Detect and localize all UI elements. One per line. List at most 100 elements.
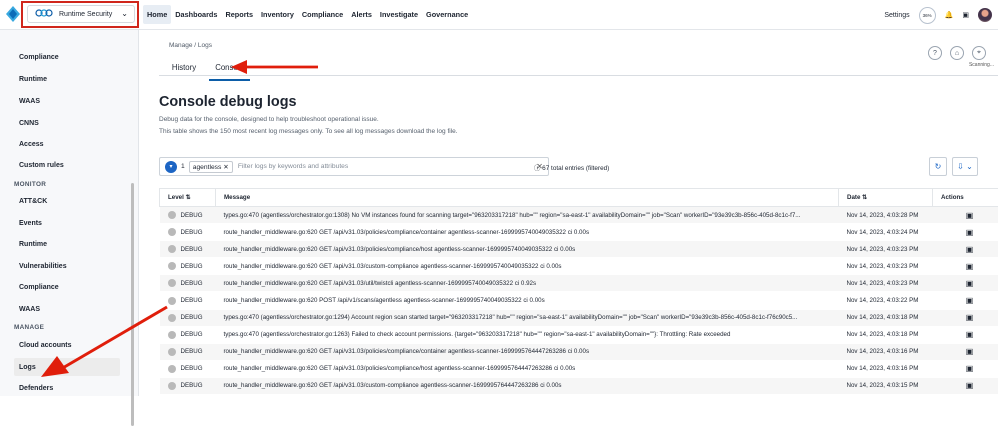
nav-investigate[interactable]: Investigate bbox=[376, 5, 422, 24]
sidebar-item-access[interactable]: Access bbox=[19, 141, 44, 148]
log-level: DEBUG bbox=[181, 212, 203, 219]
copy-icon[interactable]: ▣ bbox=[933, 377, 998, 394]
help-icon[interactable]: ? bbox=[928, 46, 942, 60]
copy-icon[interactable]: ▣ bbox=[933, 224, 998, 241]
description-line-2: This table shows the 150 most recent log… bbox=[159, 126, 458, 138]
nav-alerts[interactable]: Alerts bbox=[347, 5, 376, 24]
log-level: DEBUG bbox=[181, 263, 203, 270]
log-level: DEBUG bbox=[181, 365, 203, 372]
copy-icon[interactable]: ▣ bbox=[933, 360, 998, 377]
log-message: route_handler_middleware.go:620 GET /api… bbox=[216, 360, 839, 377]
copy-icon[interactable]: ▣ bbox=[933, 207, 998, 224]
sort-icon: ⇅ bbox=[862, 194, 867, 201]
help-book-icon[interactable]: ▣ bbox=[962, 11, 969, 19]
sidebar-item-logs[interactable]: Logs bbox=[19, 364, 36, 371]
prisma-logo-icon[interactable] bbox=[6, 6, 20, 22]
log-date: Nov 14, 2023, 4:03:16 PM bbox=[839, 343, 933, 360]
log-message: types.go:470 (agentless/orchestrator.go:… bbox=[216, 309, 839, 326]
nav-reports[interactable]: Reports bbox=[221, 5, 257, 24]
filter-count: 1 bbox=[181, 163, 185, 170]
copy-icon[interactable]: ▣ bbox=[933, 343, 998, 360]
nav-compliance[interactable]: Compliance bbox=[298, 5, 347, 24]
main-nav: Home Dashboards Reports Inventory Compli… bbox=[143, 5, 472, 24]
copy-icon[interactable]: ▣ bbox=[933, 292, 998, 309]
log-date: Nov 14, 2023, 4:03:15 PM bbox=[839, 377, 933, 394]
refresh-button[interactable]: ↻ bbox=[929, 157, 947, 176]
sidebar-item-cnns[interactable]: CNNS bbox=[19, 120, 39, 127]
sidebar-item-waas[interactable]: WAAS bbox=[19, 98, 40, 105]
copy-icon[interactable]: ▣ bbox=[933, 326, 998, 343]
log-message: route_handler_middleware.go:620 GET /api… bbox=[216, 377, 839, 394]
table-row: DEBUG route_handler_middleware.go:620 PO… bbox=[160, 292, 998, 309]
monitor-heading: MONITOR bbox=[14, 181, 46, 188]
log-level: DEBUG bbox=[181, 229, 203, 236]
log-level-cell: DEBUG bbox=[160, 377, 216, 394]
log-table-body: DEBUG types.go:470 (agentless/orchestrat… bbox=[160, 207, 998, 395]
sidebar-item-waas-monitor[interactable]: WAAS bbox=[19, 306, 40, 313]
sidebar-item-vulnerabilities[interactable]: Vulnerabilities bbox=[19, 263, 67, 270]
log-level-cell: DEBUG bbox=[160, 207, 216, 224]
debug-status-dot-icon bbox=[168, 314, 176, 322]
table-row: DEBUG types.go:470 (agentless/orchestrat… bbox=[160, 207, 998, 224]
log-message: route_handler_middleware.go:620 GET /api… bbox=[216, 241, 839, 258]
log-filter[interactable]: ▾ 1 agentless ✕ Filter logs by keywords … bbox=[159, 157, 549, 176]
date-column-header[interactable]: Date ⇅ bbox=[839, 189, 933, 207]
sidebar-item-defenders[interactable]: Defenders bbox=[19, 385, 53, 392]
log-level-cell: DEBUG bbox=[160, 241, 216, 258]
table-tools: ↻ ⇩ ⌄ bbox=[929, 157, 978, 176]
log-date: Nov 14, 2023, 4:03:24 PM bbox=[839, 224, 933, 241]
filter-icon[interactable]: ▾ bbox=[165, 161, 177, 173]
table-row: DEBUG route_handler_middleware.go:620 GE… bbox=[160, 343, 998, 360]
info-icon: ⓘ bbox=[534, 165, 540, 172]
copy-icon[interactable]: ▣ bbox=[933, 241, 998, 258]
log-level: DEBUG bbox=[181, 246, 203, 253]
user-avatar[interactable] bbox=[978, 8, 992, 22]
log-level-cell: DEBUG bbox=[160, 326, 216, 343]
debug-status-dot-icon bbox=[168, 211, 176, 219]
main-content: Manage / Logs History Console ? ⌂ ⌖ Scan… bbox=[140, 30, 998, 396]
alert-icon[interactable]: ⌂ bbox=[950, 46, 964, 60]
actions-column-header: Actions bbox=[933, 189, 998, 207]
tab-history[interactable]: History bbox=[167, 61, 201, 81]
debug-status-dot-icon bbox=[168, 297, 176, 305]
log-message: route_handler_middleware.go:620 GET /api… bbox=[216, 258, 839, 275]
nav-governance[interactable]: Governance bbox=[422, 5, 472, 24]
log-level: DEBUG bbox=[181, 314, 203, 321]
debug-log-table: Level ⇅ Message Date ⇅ Actions DEBUG typ… bbox=[159, 188, 998, 395]
copy-icon[interactable]: ▣ bbox=[933, 309, 998, 326]
table-row: DEBUG route_handler_middleware.go:620 GE… bbox=[160, 377, 998, 394]
progress-badge[interactable]: 36% bbox=[919, 7, 936, 24]
sidebar-item-runtime[interactable]: Runtime bbox=[19, 76, 47, 83]
sidebar-item-events[interactable]: Events bbox=[19, 220, 42, 227]
sidebar-item-attack[interactable]: ATT&CK bbox=[19, 198, 47, 205]
sidebar-item-compliance[interactable]: Compliance bbox=[19, 54, 59, 61]
table-row: DEBUG route_handler_middleware.go:620 GE… bbox=[160, 241, 998, 258]
nav-home[interactable]: Home bbox=[143, 5, 171, 24]
sidebar-scrollbar[interactable] bbox=[131, 183, 134, 426]
sidebar-item-cloud-accounts[interactable]: Cloud accounts bbox=[19, 342, 72, 349]
sidebar-item-runtime-monitor[interactable]: Runtime bbox=[19, 241, 47, 248]
copy-icon[interactable]: ▣ bbox=[933, 275, 998, 292]
settings-link[interactable]: Settings bbox=[884, 12, 909, 19]
nav-inventory[interactable]: Inventory bbox=[257, 5, 298, 24]
page-description: Debug data for the console, designed to … bbox=[159, 114, 458, 138]
sidebar-item-compliance-monitor[interactable]: Compliance bbox=[19, 284, 59, 291]
notifications-icon[interactable]: 🔔 bbox=[945, 11, 954, 19]
agentless-filter-chip[interactable]: agentless ✕ bbox=[189, 161, 233, 173]
scan-status-icon[interactable]: ⌖ bbox=[972, 46, 986, 60]
sidebar-item-custom-rules[interactable]: Custom rules bbox=[19, 162, 64, 169]
nav-dashboards[interactable]: Dashboards bbox=[171, 5, 221, 24]
sidebar: Compliance Runtime WAAS CNNS Access Cust… bbox=[0, 30, 139, 396]
page-actions: ? ⌂ ⌖ bbox=[928, 46, 986, 60]
sort-icon: ⇅ bbox=[186, 194, 191, 201]
table-row: DEBUG route_handler_middleware.go:620 GE… bbox=[160, 360, 998, 377]
tab-console[interactable]: Console bbox=[209, 61, 250, 81]
copy-icon[interactable]: ▣ bbox=[933, 258, 998, 275]
message-column-header: Message bbox=[216, 189, 839, 207]
download-button[interactable]: ⇩ ⌄ bbox=[952, 157, 978, 176]
tabs-divider bbox=[159, 75, 998, 76]
level-column-header[interactable]: Level ⇅ bbox=[160, 189, 216, 207]
log-message: route_handler_middleware.go:620 GET /api… bbox=[216, 343, 839, 360]
top-right-actions: Settings 36% 🔔 ▣ bbox=[884, 0, 998, 30]
table-row: DEBUG route_handler_middleware.go:620 GE… bbox=[160, 275, 998, 292]
